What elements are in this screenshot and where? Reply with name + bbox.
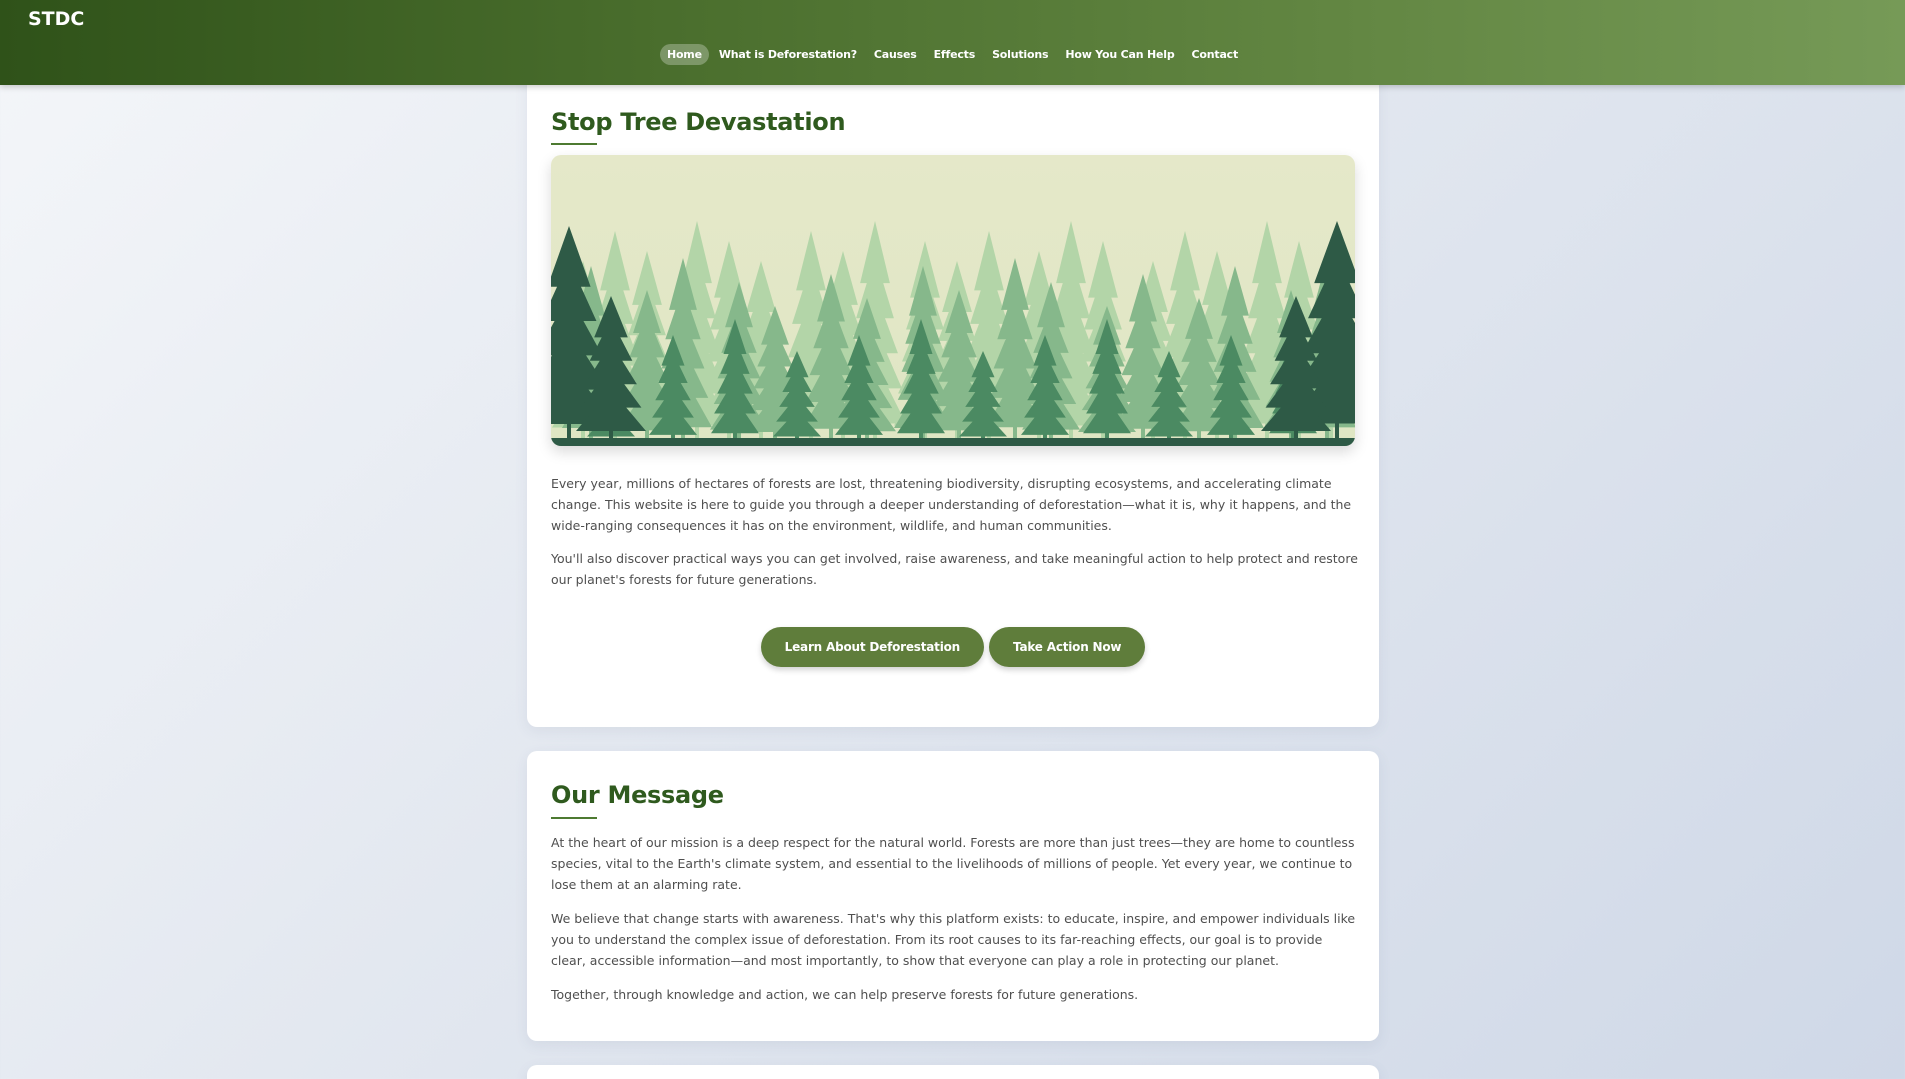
- forest-ground: [551, 438, 1355, 446]
- message-title: Our Message: [551, 781, 724, 809]
- message-paragraph-1: At the heart of our mission is a deep re…: [551, 835, 1355, 892]
- message-card: Our Message At the heart of our mission …: [527, 751, 1379, 1041]
- title-underline: [551, 143, 597, 145]
- nav-effects[interactable]: Effects: [927, 44, 982, 65]
- hero-button-row: Learn About Deforestation Take Action No…: [527, 627, 1379, 667]
- site-logo[interactable]: STDC: [28, 8, 84, 30]
- next-section-card: [527, 1065, 1379, 1079]
- nav-what-is-deforestation[interactable]: What is Deforestation?: [712, 44, 864, 65]
- hero-paragraph-2: You'll also discover practical ways you …: [551, 551, 1358, 587]
- forest-illustration: [551, 155, 1355, 446]
- nav-solutions[interactable]: Solutions: [985, 44, 1055, 65]
- hero-title: Stop Tree Devastation: [551, 108, 846, 136]
- learn-about-deforestation-button[interactable]: Learn About Deforestation: [760, 627, 985, 667]
- hero-paragraph-1: Every year, millions of hectares of fore…: [551, 476, 1352, 533]
- nav-causes[interactable]: Causes: [867, 44, 924, 65]
- nav-home[interactable]: Home: [659, 44, 709, 65]
- main-nav: Home What is Deforestation? Causes Effec…: [0, 44, 1905, 65]
- message-paragraph-3: Together, through knowledge and action, …: [551, 987, 1139, 1002]
- take-action-now-button[interactable]: Take Action Now: [989, 627, 1146, 667]
- message-paragraph-2: We believe that change starts with aware…: [551, 911, 1356, 968]
- message-title-underline: [551, 817, 597, 819]
- nav-how-you-can-help[interactable]: How You Can Help: [1058, 44, 1181, 65]
- nav-contact[interactable]: Contact: [1185, 44, 1246, 65]
- hero-card: Stop Tree Devastation Every year, millio…: [527, 40, 1379, 727]
- forest-hero-image: [551, 155, 1355, 446]
- site-header: STDC Home What is Deforestation? Causes …: [0, 0, 1905, 85]
